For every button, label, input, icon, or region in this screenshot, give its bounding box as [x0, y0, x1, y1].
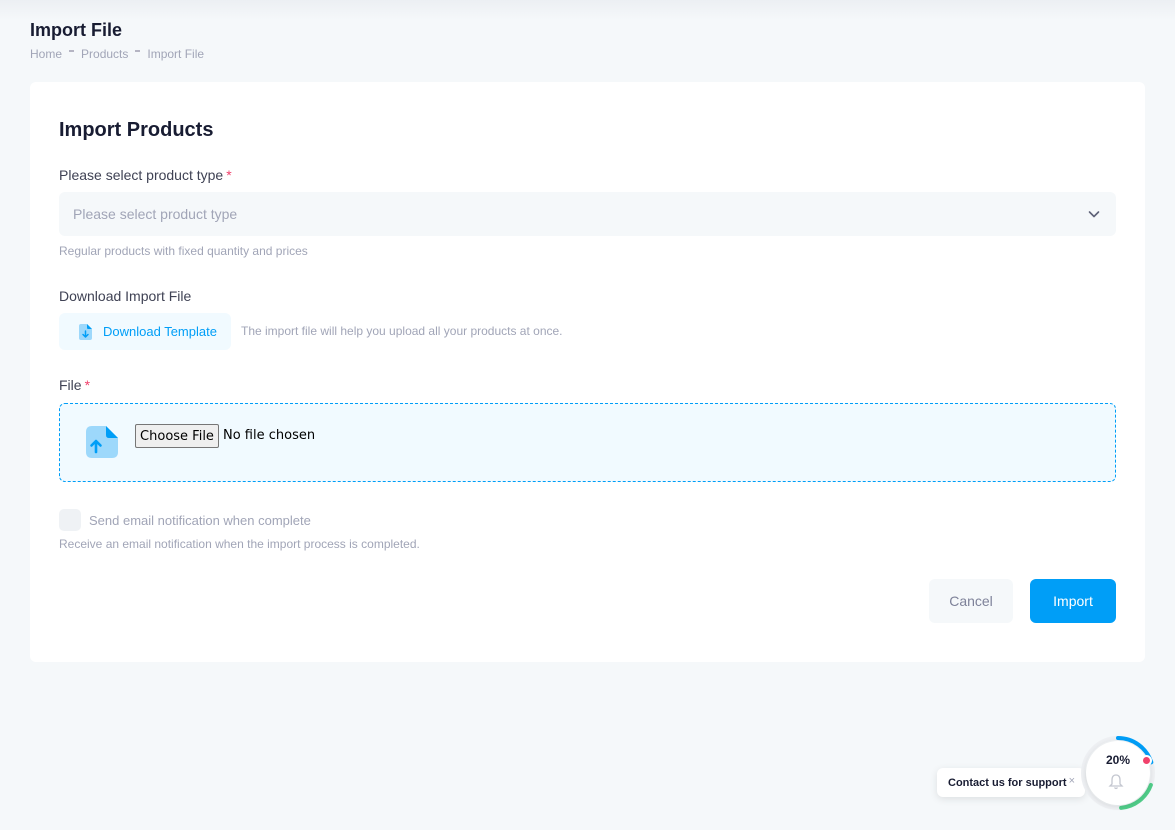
- email-notification-hint: Receive an email notification when the i…: [59, 537, 420, 551]
- file-download-icon: [79, 323, 92, 340]
- close-icon[interactable]: ×: [1069, 775, 1075, 787]
- file-dropzone[interactable]: Choose File No file chosen: [59, 403, 1116, 482]
- bell-icon: [1108, 774, 1124, 790]
- breadcrumb-products[interactable]: Products: [81, 47, 128, 61]
- file-label: File *: [59, 377, 90, 393]
- product-type-label-text: Please select product type: [59, 167, 224, 183]
- download-template-label: Download Template: [103, 324, 217, 339]
- breadcrumb: Home Products Import File: [30, 47, 204, 61]
- download-hint: The import file will help you upload all…: [241, 324, 563, 338]
- file-label-text: File: [59, 377, 82, 393]
- support-text: Contact us for support: [948, 776, 1067, 789]
- product-type-placeholder: Please select product type: [73, 206, 238, 222]
- chevron-down-icon: [1088, 211, 1100, 218]
- breadcrumb-separator: [69, 50, 75, 52]
- email-notification-label[interactable]: Send email notification when complete: [89, 513, 311, 528]
- import-button[interactable]: Import: [1030, 579, 1116, 623]
- choose-file-button[interactable]: Choose File: [135, 424, 219, 448]
- required-asterisk: *: [226, 167, 232, 183]
- breadcrumb-separator: [135, 50, 141, 52]
- import-card: Import Products Please select product ty…: [30, 82, 1145, 662]
- product-type-hint: Regular products with fixed quantity and…: [59, 244, 308, 258]
- email-notification-checkbox[interactable]: [59, 509, 81, 531]
- page-title: Import File: [30, 20, 123, 40]
- file-status: No file chosen: [223, 428, 316, 443]
- support-pill[interactable]: Contact us for support ×: [937, 768, 1085, 797]
- progress-widget[interactable]: 20%: [1080, 735, 1156, 811]
- product-type-label: Please select product type *: [59, 167, 232, 183]
- cancel-button[interactable]: Cancel: [929, 579, 1013, 623]
- top-shadow: [0, 0, 1175, 20]
- breadcrumb-current: Import File: [147, 47, 205, 61]
- file-upload-icon: [86, 426, 118, 458]
- card-title: Import Products: [59, 119, 214, 141]
- download-template-button[interactable]: Download Template: [59, 313, 231, 350]
- download-label: Download Import File: [59, 288, 192, 304]
- product-type-select[interactable]: Please select product type: [59, 192, 1116, 236]
- notification-dot: [1141, 755, 1152, 766]
- breadcrumb-home[interactable]: Home: [30, 47, 62, 61]
- required-asterisk: *: [84, 377, 91, 393]
